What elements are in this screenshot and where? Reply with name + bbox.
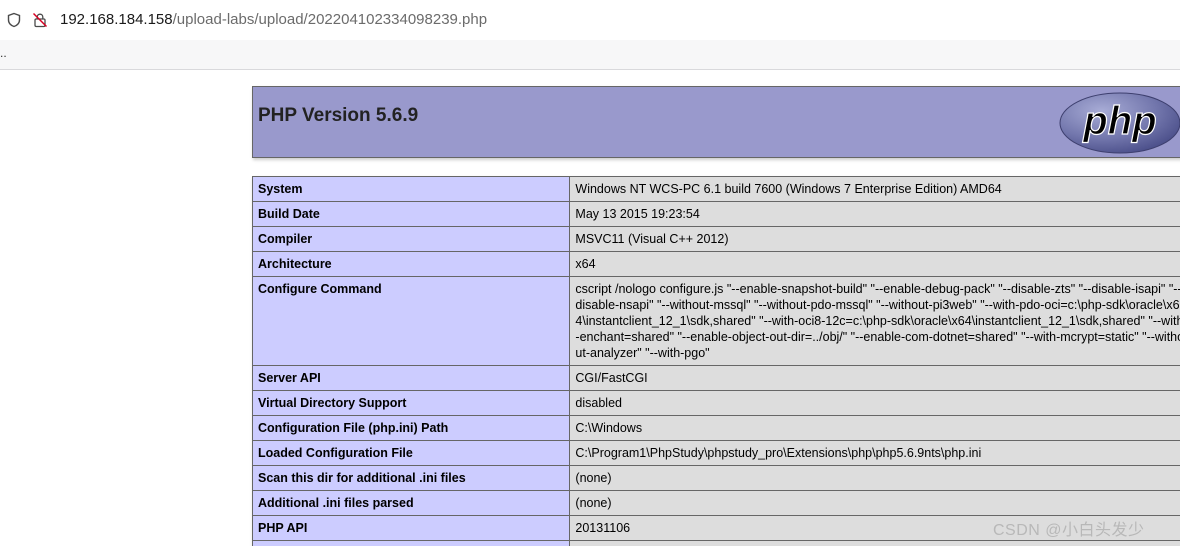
phpinfo-table: System Windows NT WCS-PC 6.1 build 7600 (… <box>251 176 1180 546</box>
row-key: Server API <box>251 365 571 391</box>
phpinfo-page: PHP Version 5.6.9 php System Windows NT W… <box>251 86 1180 546</box>
table-row: System Windows NT WCS-PC 6.1 build 7600 (… <box>251 176 1180 202</box>
php-logo: php <box>1059 92 1180 154</box>
row-value: C:\Program1\PhpStudy\phpstudy_pro\Extens… <box>569 440 1180 466</box>
row-value <box>569 540 1180 546</box>
row-key: System <box>251 176 571 202</box>
row-value: x64 <box>569 251 1180 277</box>
row-value: Windows NT WCS-PC 6.1 build 7600 (Window… <box>569 176 1180 202</box>
table-row: Configure Command cscript /nologo configu… <box>251 276 1180 366</box>
insecure-lock-icon[interactable] <box>32 12 48 28</box>
row-key: Configuration File (php.ini) Path <box>251 415 571 441</box>
url-text[interactable]: 192.168.184.158/upload-labs/upload/20220… <box>60 11 487 28</box>
row-key: Loaded Configuration File <box>251 440 571 466</box>
bookmark-bar: .. <box>0 40 1180 70</box>
row-key: Virtual Directory Support <box>251 390 571 416</box>
row-value: disabled <box>569 390 1180 416</box>
url-path: /upload-labs/upload/202204102334098239.p… <box>172 11 488 28</box>
table-row: Server API CGI/FastCGI <box>251 365 1180 391</box>
row-key: Build Date <box>251 201 571 227</box>
table-row <box>251 540 1180 546</box>
shield-icon[interactable] <box>6 12 22 28</box>
table-row: Build Date May 13 2015 19:23:54 <box>251 201 1180 227</box>
csdn-watermark: CSDN @小白头发少 <box>993 522 1145 539</box>
row-key: PHP API <box>251 515 571 541</box>
row-value: MSVC11 (Visual C++ 2012) <box>569 226 1180 252</box>
row-key <box>251 540 571 546</box>
row-value: C:\Windows <box>569 415 1180 441</box>
row-key: Additional .ini files parsed <box>251 490 571 516</box>
row-value: CGI/FastCGI <box>569 365 1180 391</box>
table-row: Architecture x64 <box>251 251 1180 277</box>
page-title: PHP Version 5.6.9 <box>258 105 419 126</box>
table-row: Compiler MSVC11 (Visual C++ 2012) <box>251 226 1180 252</box>
table-row: Virtual Directory Support disabled <box>251 390 1180 416</box>
row-key: Compiler <box>251 226 571 252</box>
row-value: cscript /nologo configure.js "--enable-s… <box>569 276 1180 366</box>
table-row: Scan this dir for additional .ini files(… <box>251 465 1180 491</box>
row-value: (none) <box>569 465 1180 491</box>
url-host: 192.168.184.158 <box>60 11 173 28</box>
bookmark-bar-text: .. <box>0 46 7 60</box>
table-row: Loaded Configuration File C:\Program1\Php… <box>251 440 1180 466</box>
row-key: Architecture <box>251 251 571 277</box>
row-value: (none) <box>569 490 1180 516</box>
row-key: Scan this dir for additional .ini files <box>251 465 571 491</box>
row-key: Configure Command <box>251 276 571 366</box>
php-logo-text: php <box>1082 99 1156 143</box>
php-version-header: PHP Version 5.6.9 php <box>252 86 1180 158</box>
table-row: Configuration File (php.ini) Path C:\Wind… <box>251 415 1180 441</box>
table-row: Additional .ini files parsed (none) <box>251 490 1180 516</box>
address-bar[interactable]: 192.168.184.158/upload-labs/upload/20220… <box>0 0 1180 40</box>
row-value: May 13 2015 19:23:54 <box>569 201 1180 227</box>
